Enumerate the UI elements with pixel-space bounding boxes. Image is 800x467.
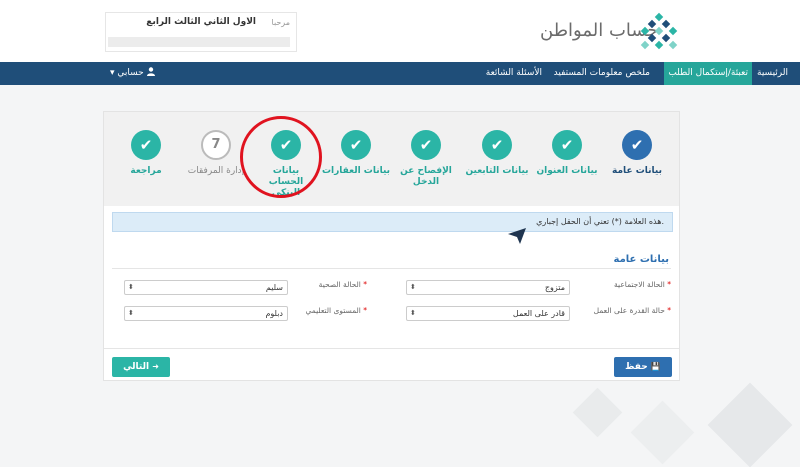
user-info-bar <box>108 37 290 47</box>
mouse-cursor-icon <box>508 228 526 244</box>
decor-tile <box>707 382 793 467</box>
floppy-disk-icon: 💾 <box>650 362 661 371</box>
marital-status-value: متزوج <box>544 283 565 292</box>
next-label: التالي <box>123 362 150 372</box>
education-level-value: دبلوم <box>265 309 283 318</box>
section-title: بيانات عامة <box>613 254 669 265</box>
step-label: بيانات العنوان <box>536 166 598 176</box>
required-mark: * <box>667 306 671 315</box>
arrow-circle-icon: ➜ <box>152 362 159 371</box>
required-mark: * <box>667 280 671 289</box>
step-number: 7 <box>201 130 231 160</box>
select-arrow-icon: ⬍ <box>410 283 416 291</box>
steps-wizard: ✔ بيانات عامة ✔ بيانات العنوان ✔ بيانات … <box>104 112 679 206</box>
account-label: حسابي <box>117 68 144 78</box>
step-dependents[interactable]: ✔ بيانات التابعين <box>457 130 537 177</box>
required-fields-notice: هذه العلامة (*) تعني أن الحقل إجباري. <box>112 212 673 232</box>
check-icon: ✔ <box>552 130 582 160</box>
nav-item-beneficiary-summary[interactable]: ملخص معلومات المستفيد <box>550 62 654 85</box>
select-arrow-icon: ⬍ <box>128 283 134 291</box>
request-panel: ✔ بيانات عامة ✔ بيانات العنوان ✔ بيانات … <box>103 111 680 381</box>
health-status-label: الحالة الصحية * <box>318 280 367 289</box>
main-nav: الرئيسية تعبئة/إستكمال الطلب ملخص معلوما… <box>0 62 800 85</box>
step-properties[interactable]: ✔ بيانات العقارات <box>316 130 396 177</box>
check-icon: ✔ <box>482 130 512 160</box>
account-caret-icon: ▾ <box>110 68 115 78</box>
work-ability-value: قادر على العمل <box>512 309 565 318</box>
decor-tile <box>572 387 623 438</box>
step-label: مراجعة <box>130 166 162 176</box>
check-icon: ✔ <box>622 130 652 160</box>
marital-status-select[interactable]: ⬍ متزوج <box>406 280 570 295</box>
nav-item-faq[interactable]: الأسئلة الشائعة <box>482 62 546 85</box>
marital-status-label: الحالة الاجتماعية * <box>614 280 671 289</box>
step-review[interactable]: ✔ مراجعة <box>106 130 186 177</box>
footer-divider <box>104 348 679 349</box>
health-status-select[interactable]: ⬍ سليم <box>124 280 288 295</box>
decor-tile <box>630 400 695 465</box>
required-mark: * <box>363 306 367 315</box>
step-label: الإفصاح عن الدخل <box>400 166 452 187</box>
work-ability-label: حالة القدرة على العمل * <box>593 306 671 315</box>
step-income-disclosure[interactable]: ✔ الإفصاح عن الدخل <box>386 130 466 188</box>
section-divider <box>112 268 671 269</box>
required-mark: * <box>363 280 367 289</box>
education-level-label: المستوى التعليمي * <box>305 306 367 315</box>
check-icon: ✔ <box>411 130 441 160</box>
health-status-value: سليم <box>265 283 283 292</box>
highlight-circle <box>240 116 322 198</box>
work-ability-select[interactable]: ⬍ قادر على العمل <box>406 306 570 321</box>
site-header: مرحبا الاول الثاني الثالث الرابع حساب ال… <box>0 0 800 62</box>
step-label: بيانات العقارات <box>321 166 391 176</box>
account-menu[interactable]: ▾ حسابي <box>110 62 155 85</box>
step-address[interactable]: ✔ بيانات العنوان <box>527 130 607 177</box>
education-level-select[interactable]: ⬍ دبلوم <box>124 306 288 321</box>
check-icon: ✔ <box>131 130 161 160</box>
save-button[interactable]: حفظ 💾 <box>614 357 672 377</box>
step-general-info[interactable]: ✔ بيانات عامة <box>597 130 677 177</box>
nav-item-home[interactable]: الرئيسية <box>753 62 792 85</box>
nav-item-fill-request[interactable]: تعبئة/إستكمال الطلب <box>664 62 752 85</box>
user-greeting: مرحبا <box>271 18 291 27</box>
logo-icon <box>640 12 678 50</box>
user-info-box: مرحبا الاول الثاني الثالث الرابع <box>105 12 297 52</box>
select-arrow-icon: ⬍ <box>128 309 134 317</box>
user-name: الاول الثاني الثالث الرابع <box>146 17 256 27</box>
save-label: حفظ <box>625 362 648 372</box>
check-icon: ✔ <box>341 130 371 160</box>
user-icon <box>146 67 155 76</box>
next-button[interactable]: التالي ➜ <box>112 357 170 377</box>
step-label: بيانات عامة <box>612 166 662 176</box>
select-arrow-icon: ⬍ <box>410 309 416 317</box>
step-label: بيانات التابعين <box>465 166 529 176</box>
